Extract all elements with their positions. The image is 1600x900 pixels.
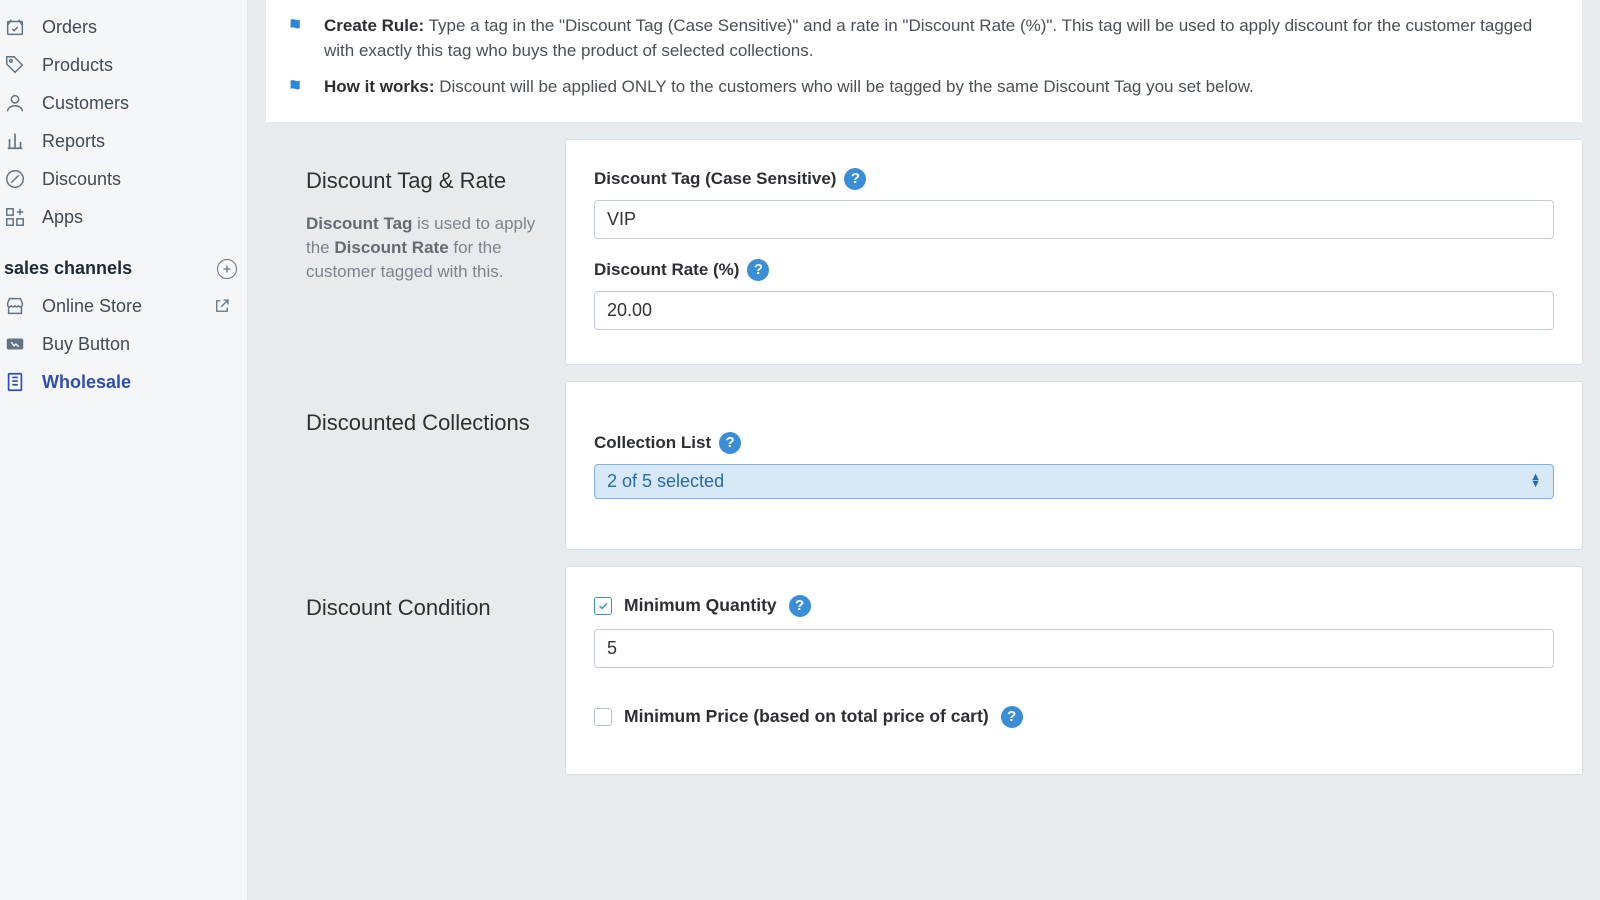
channel-item-label: Wholesale [42,372,131,393]
min-quantity-label: Minimum Quantity [624,595,777,616]
field-label-row: Discount Rate (%) ? [594,259,1554,281]
sidebar-item-label: Apps [42,207,83,228]
min-price-checkbox[interactable] [594,708,612,726]
card-discounted-collections: Collection List ? 2 of 5 selected ▲▼ [566,382,1582,549]
products-icon [4,54,26,76]
notice-text: Create Rule: Type a tag in the "Discount… [324,14,1562,63]
notice-body: Type a tag in the "Discount Tag (Case Se… [324,16,1532,60]
flag-icon [286,16,308,38]
sidebar-item-label: Customers [42,93,129,114]
channel-item-buy-button[interactable]: Buy Button [0,325,247,363]
sales-channels-header: sales channels [0,236,247,287]
select-caret-icon: ▲▼ [1530,474,1541,489]
section-description: Discount Condition [266,567,566,659]
sidebar-item-products[interactable]: Products [0,46,247,84]
help-icon[interactable]: ? [719,432,741,454]
section-discount-condition: Discount Condition Minimum Quantity ? [266,567,1582,774]
discount-rate-input[interactable] [594,291,1554,330]
section-description: Discounted Collections [266,382,566,474]
notice-how-it-works: How it works: Discount will be applied O… [266,67,1582,104]
sidebar-item-label: Discounts [42,169,121,190]
channel-item-wholesale[interactable]: Wholesale [0,363,247,401]
field-discount-rate: Discount Rate (%) ? [594,259,1554,330]
help-icon[interactable]: ? [1001,706,1023,728]
notice-create-rule: Create Rule: Type a tag in the "Discount… [266,6,1582,67]
notice-text: How it works: Discount will be applied O… [324,75,1254,100]
customers-icon [4,92,26,114]
min-quantity-input[interactable] [594,629,1554,668]
collection-list-label: Collection List [594,433,711,453]
sidebar-item-label: Products [42,55,113,76]
channel-item-label: Online Store [42,296,142,317]
card-discount-condition: Minimum Quantity ? Minimum Price (based … [566,567,1582,774]
external-link-icon[interactable] [213,297,231,315]
min-price-label: Minimum Price (based on total price of c… [624,706,989,727]
sidebar-item-orders[interactable]: Orders [0,8,247,46]
field-min-price: Minimum Price (based on total price of c… [594,706,1554,728]
discount-tag-label: Discount Tag (Case Sensitive) [594,169,836,189]
sidebar-item-discounts[interactable]: Discounts [0,160,247,198]
flag-icon [286,77,308,99]
reports-icon [4,130,26,152]
section-title: Discount Condition [306,595,546,621]
sidebar-item-reports[interactable]: Reports [0,122,247,160]
main-content: Create Rule: Type a tag in the "Discount… [248,0,1600,900]
field-label-row: Collection List ? [594,432,1554,454]
sidebar: Orders Products Customers Reports Discou… [0,0,248,900]
select-value: 2 of 5 selected [607,471,724,492]
notice-label: How it works: [324,77,435,96]
card-discount-tag-rate: Discount Tag (Case Sensitive) ? Discount… [566,140,1582,364]
field-discount-tag: Discount Tag (Case Sensitive) ? [594,168,1554,239]
online-store-icon [4,295,26,317]
notice-label: Create Rule: [324,16,424,35]
wholesale-icon [4,371,26,393]
sidebar-item-label: Orders [42,17,97,38]
notice-panel: Create Rule: Type a tag in the "Discount… [266,0,1582,122]
sidebar-item-apps[interactable]: Apps [0,198,247,236]
discount-tag-input[interactable] [594,200,1554,239]
notice-body: Discount will be applied ONLY to the cus… [439,77,1254,96]
field-label-row: Discount Tag (Case Sensitive) ? [594,168,1554,190]
buy-button-icon [4,333,26,355]
orders-icon [4,16,26,38]
section-title: Discount Tag & Rate [306,168,546,194]
help-icon[interactable]: ? [789,595,811,617]
checkbox-row-min-price: Minimum Price (based on total price of c… [594,706,1554,728]
help-icon[interactable]: ? [747,259,769,281]
section-discount-tag-rate: Discount Tag & Rate Discount Tag is used… [266,140,1582,364]
help-icon[interactable]: ? [844,168,866,190]
discount-rate-label: Discount Rate (%) [594,260,739,280]
channel-item-label: Buy Button [42,334,130,355]
section-discounted-collections: Discounted Collections Collection List ?… [266,382,1582,549]
sales-channels-title: sales channels [4,258,132,279]
section-description: Discount Tag & Rate Discount Tag is used… [266,140,566,303]
discounts-icon [4,168,26,190]
collection-list-select[interactable]: 2 of 5 selected ▲▼ [594,464,1554,499]
apps-icon [4,206,26,228]
channel-item-online-store[interactable]: Online Store [0,287,247,325]
field-collection-list: Collection List ? 2 of 5 selected ▲▼ [594,432,1554,499]
sidebar-item-customers[interactable]: Customers [0,84,247,122]
field-min-quantity: Minimum Quantity ? [594,595,1554,668]
section-title: Discounted Collections [306,410,546,436]
min-quantity-checkbox[interactable] [594,597,612,615]
checkbox-row-min-qty: Minimum Quantity ? [594,595,1554,617]
sidebar-item-label: Reports [42,131,105,152]
add-channel-button[interactable] [217,259,237,279]
section-help-text: Discount Tag is used to apply the Discou… [306,212,546,283]
